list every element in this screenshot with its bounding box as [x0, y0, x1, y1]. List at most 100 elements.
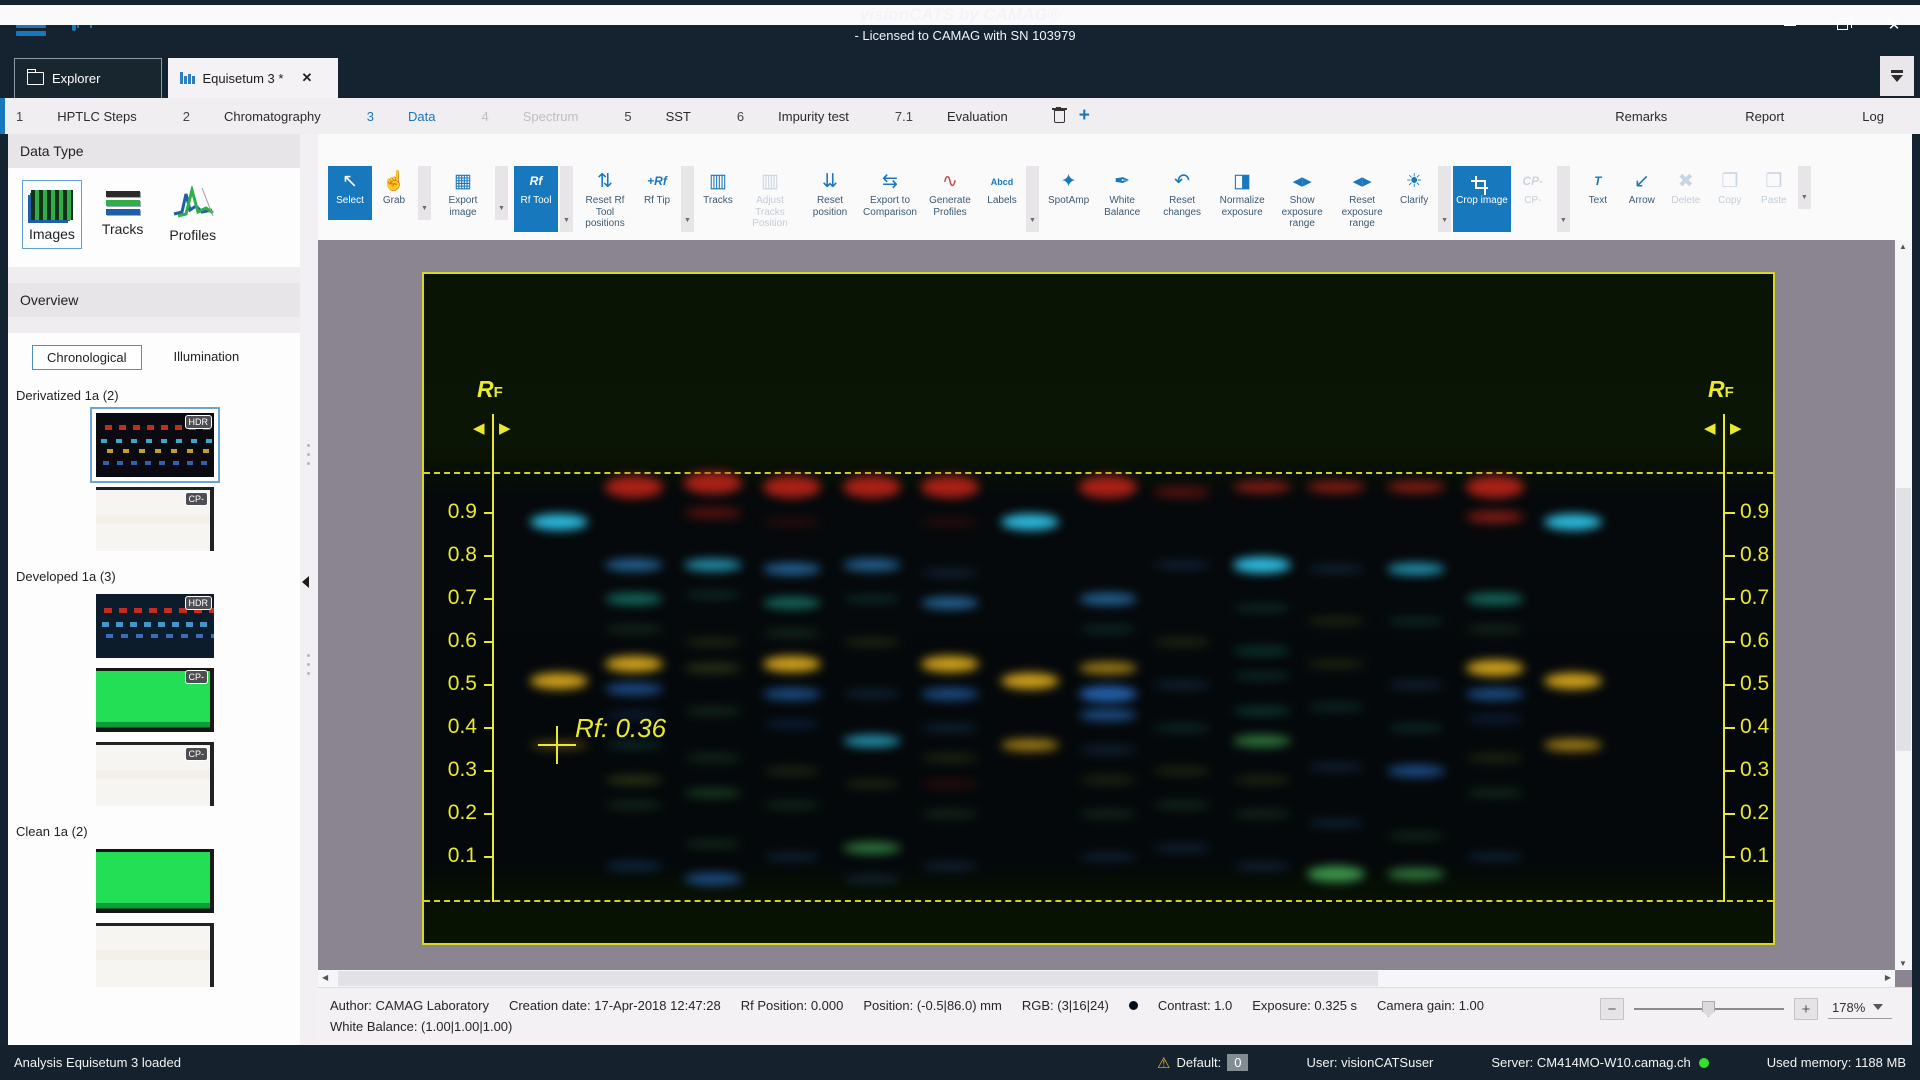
adjust-tracks-icon: ▥ [761, 171, 779, 193]
add-step-button[interactable]: + [1079, 105, 1090, 127]
crop-image-button[interactable]: Crop image [1453, 166, 1511, 232]
workflow-step-label: Chromatography [223, 108, 321, 124]
close-button[interactable] [1868, 0, 1920, 50]
reset-changes-button[interactable]: ↶ Reset changes [1152, 166, 1212, 232]
workflow-link-remarks[interactable]: Remarks [1615, 109, 1667, 124]
rf-tick-label: 0.4 [447, 715, 477, 738]
workflow-step-evaluation[interactable]: 7.1 Evaluation [895, 109, 1042, 124]
main-panel: ↖Select☝Grab ▦Export image RfRf Tool ⇅Reset… [318, 134, 1912, 1045]
reset-position-button[interactable]: ⇊ Reset position [800, 166, 860, 232]
generate-profiles-button[interactable]: ∿ Generate Profiles [920, 166, 980, 232]
overview-groups: Derivatized 1a (2) HDR CP- Developed 1a (3)… [8, 380, 300, 997]
default-count-badge[interactable]: 0 [1227, 1054, 1249, 1071]
sidebar-splitter[interactable] [300, 134, 318, 1045]
zoom-slider[interactable] [1634, 1001, 1784, 1017]
grab-button[interactable]: ☝ Grab [372, 166, 416, 220]
plate-thumbnail[interactable]: HDR [96, 594, 214, 658]
tlc-plate-image[interactable]: RF ◀ ▶ 0.9 0.8 0.7 0.6 0.5 0.4 0.3 0.2 0.1 RF ◀ ▶ 0.9 0.… [422, 272, 1775, 945]
minimize-button[interactable] [1764, 0, 1816, 50]
toolbar-dropdown-strip[interactable] [1797, 166, 1811, 209]
workflow-step-hptlc-steps[interactable]: 1 HPTLC Steps [16, 109, 171, 124]
overview-tab-chronological[interactable]: Chronological [32, 345, 142, 370]
workflow-step-sst[interactable]: 5 SST [624, 109, 725, 124]
tlc-band [605, 558, 663, 571]
export-image-button[interactable]: ▦ Export image [433, 166, 493, 220]
rf-marker-left-icon[interactable]: ◀ [473, 421, 485, 436]
workflow-link-log[interactable]: Log [1862, 109, 1884, 124]
zoom-slider-thumb[interactable] [1702, 1001, 1715, 1017]
vertical-scrollbar[interactable] [1895, 240, 1912, 970]
rf-tick [1725, 641, 1735, 643]
white-balance-button[interactable]: ✒ White Balance [1092, 166, 1152, 232]
plate-thumbnail[interactable]: CP- [96, 742, 214, 806]
rf-tool-button[interactable]: Rf Rf Tool [514, 166, 558, 232]
rf-tool-icon: Rf [529, 174, 543, 189]
toolbar-dropdown-strip[interactable] [1556, 166, 1570, 232]
delete-step-icon[interactable] [1051, 106, 1067, 123]
toolbar-dropdown-strip[interactable] [1438, 166, 1452, 232]
restore-button[interactable] [1816, 0, 1868, 50]
toolbar-button-label: Reset changes [1163, 195, 1202, 218]
tlc-band [605, 775, 663, 784]
text-icon: T [1594, 174, 1602, 189]
tracks-button[interactable]: ▥ Tracks [696, 166, 740, 232]
rf-marker-right-icon[interactable]: ▶ [1730, 421, 1742, 436]
toolbar-button-label: Text [1588, 195, 1608, 206]
workflow-step-impurity-test[interactable]: 6 Impurity test [737, 109, 883, 124]
reset-exposure-range-button[interactable]: ◂▸ Reset exposure range [1332, 166, 1392, 232]
toolbar-dropdown-strip[interactable] [495, 166, 508, 220]
cursor-crosshair [556, 726, 558, 765]
tab-close-icon[interactable]: ✕ [301, 70, 312, 86]
zoom-value-dropdown[interactable]: 178% [1828, 1000, 1892, 1019]
tab-list-button[interactable] [1880, 56, 1914, 96]
data-type-profiles[interactable]: Profiles [163, 180, 222, 249]
plate-thumbnail[interactable] [96, 849, 214, 913]
zoom-in-button[interactable]: + [1794, 998, 1818, 1020]
rf-marker-right-icon[interactable]: ▶ [499, 421, 511, 436]
workflow-step-data[interactable]: 3 Data [367, 109, 470, 124]
rf-tick [484, 555, 494, 557]
data-type-tracks[interactable]: Tracks [96, 180, 149, 249]
plate-thumbnail[interactable]: CP- [96, 668, 214, 732]
toolbar-dropdown-strip[interactable] [418, 166, 431, 220]
export-to-comparison-button[interactable]: ⇆ Export to Comparison [860, 166, 920, 232]
toolbar-dropdown-strip[interactable] [681, 166, 694, 232]
arrow-button[interactable]: ↙ Arrow [1620, 166, 1664, 209]
plate-thumbnail[interactable] [96, 923, 214, 987]
tlc-band [1466, 687, 1524, 700]
tab-document[interactable]: Equisetum 3 * ✕ [168, 58, 338, 98]
select-button[interactable]: ↖ Select [328, 166, 372, 220]
workflow-step-spectrum[interactable]: 4 Spectrum [481, 109, 612, 124]
plate-thumbnail[interactable]: CP- [96, 487, 214, 551]
overview-tab-illumination[interactable]: Illumination [160, 345, 254, 370]
horizontal-scrollbar[interactable] [318, 970, 1895, 987]
rf-tip-button[interactable]: +Rf Rf Tip [635, 166, 679, 232]
show-exposure-range-button[interactable]: ◂▸ Show exposure range [1272, 166, 1332, 232]
reset-rf-tool-positions-button[interactable]: ⇅ Reset Rf Tool positions [575, 166, 635, 232]
info-item: Creation date: 17-Apr-2018 12:47:28 [508, 998, 721, 1013]
normalize-exposure-icon: ◨ [1233, 171, 1252, 193]
toolbar-dropdown-strip[interactable] [1026, 166, 1039, 232]
data-type-images[interactable]: Images [22, 180, 82, 249]
workflow-steps: 1 HPTLC Steps 2 Chromatography 3 Data 4 Spectru… [16, 109, 1054, 124]
collapse-sidebar-icon[interactable] [302, 576, 309, 588]
clarify-button[interactable]: ☀ Clarify [1392, 166, 1436, 232]
normalize-exposure-button[interactable]: ◨ Normalize exposure [1212, 166, 1272, 232]
spotamp-button[interactable]: ✦ SpotAmp [1045, 166, 1092, 232]
rf-marker-left-icon[interactable]: ◀ [1704, 421, 1716, 436]
horizontal-scroll-thumb[interactable] [338, 971, 1378, 986]
workflow-link-report[interactable]: Report [1745, 109, 1784, 124]
vertical-scroll-thumb[interactable] [1896, 488, 1911, 751]
plate-thumbnail[interactable]: HDR [96, 413, 214, 477]
toolbar-button-label: Select [336, 195, 364, 206]
zoom-out-button[interactable]: − [1600, 998, 1624, 1020]
clarify-icon: ☀ [1405, 171, 1423, 193]
toolbar-button-label: Export to Comparison [863, 195, 917, 218]
tlc-band [1079, 476, 1137, 499]
tab-explorer[interactable]: Explorer [14, 58, 162, 98]
labels-button[interactable]: Abcd Labels [980, 166, 1024, 232]
text-button[interactable]: T Text [1576, 166, 1620, 209]
toolbar-dropdown-strip[interactable] [560, 166, 573, 232]
workflow-step-chromatography[interactable]: 2 Chromatography [183, 109, 355, 124]
image-viewport[interactable]: RF ◀ ▶ 0.9 0.8 0.7 0.6 0.5 0.4 0.3 0.2 0.1 RF ◀ ▶ 0.9 0.… [318, 240, 1912, 987]
